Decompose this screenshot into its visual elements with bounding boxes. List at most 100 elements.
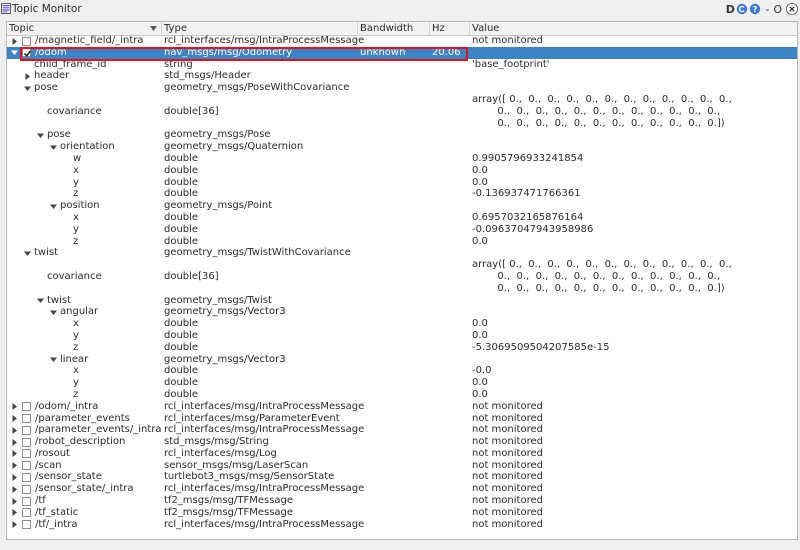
tree-row[interactable]: position geometry_msgs/Point — [7, 200, 797, 212]
tree-row[interactable]: /tf_static tf2_msgs/msg/TFMessage not moni… — [7, 507, 797, 519]
tree-row[interactable]: /parameter_events/_intra rcl_interfaces/m… — [7, 424, 797, 436]
type-cell: rcl_interfaces/msg/IntraProcessMessage — [164, 400, 365, 412]
expand-arrow-right-icon[interactable] — [11, 497, 18, 505]
tree-row[interactable]: /sensor_state/_intra rcl_interfaces/msg/I… — [7, 483, 797, 495]
reload-icon[interactable] — [736, 3, 748, 15]
expand-arrow-right-icon[interactable] — [11, 450, 18, 458]
tree-row[interactable]: y double 0.0 — [7, 377, 797, 389]
tree-row[interactable]: z double -0.136937471766361 — [7, 188, 797, 200]
options-button[interactable]: O — [773, 3, 782, 16]
help-icon[interactable]: ? — [749, 3, 761, 15]
tree-row[interactable]: y double 0.0 — [7, 177, 797, 189]
tree-row[interactable]: pose geometry_msgs/PoseWithCovariance — [7, 82, 797, 94]
monitor-checkbox[interactable] — [22, 425, 31, 435]
expand-arrow-right-icon[interactable] — [24, 72, 31, 80]
expand-arrow-down-icon[interactable] — [24, 250, 31, 257]
expand-arrow-right-icon[interactable] — [11, 485, 18, 493]
topic-tree-view[interactable]: Topic Type Bandwidth Hz Value /magnetic_… — [6, 21, 798, 540]
tree-row[interactable]: header std_msgs/Header — [7, 70, 797, 82]
expand-arrow-right-icon[interactable] — [11, 521, 18, 529]
header-bandwidth[interactable]: Bandwidth — [358, 22, 430, 35]
tree-row[interactable]: y double 0.0 — [7, 330, 797, 342]
expand-arrow-right-icon[interactable] — [11, 473, 18, 481]
expand-arrow-down-icon[interactable] — [50, 356, 57, 363]
header-hz[interactable]: Hz — [430, 22, 470, 35]
monitor-checkbox[interactable] — [22, 484, 31, 494]
topic-name: z — [73, 341, 79, 353]
topic-name: twist — [34, 247, 59, 259]
tree-row[interactable]: /magnetic_field/_intra rcl_interfaces/msg… — [7, 35, 797, 47]
expand-arrow-right-icon[interactable] — [11, 426, 18, 434]
close-icon[interactable] — [786, 3, 798, 15]
expand-arrow-right-icon[interactable] — [11, 403, 18, 411]
tree-row[interactable]: /odom nav_msgs/msg/Odometry unknown 20.06 — [7, 46, 797, 59]
tree-row[interactable]: w double 0.9905796933241854 — [7, 153, 797, 165]
expand-arrow-down-icon[interactable] — [37, 132, 44, 139]
checkmark-icon — [23, 50, 32, 58]
type-cell: double — [164, 341, 199, 353]
type-cell: rcl_interfaces/msg/Log — [164, 447, 277, 459]
monitor-checkbox[interactable] — [22, 414, 31, 423]
minimize-button[interactable]: - — [765, 3, 769, 16]
monitor-checkbox[interactable] — [22, 508, 31, 518]
tree-row[interactable]: x double -0.0 — [7, 365, 797, 377]
tree-row[interactable]: /robot_description std_msgs/msg/String not… — [7, 436, 797, 448]
tree-row[interactable]: pose geometry_msgs/Pose — [7, 129, 797, 141]
dock-button[interactable]: D — [725, 3, 735, 16]
header-value[interactable]: Value — [470, 22, 797, 35]
expand-arrow-down-icon[interactable] — [11, 49, 18, 56]
tree-row[interactable]: z double -5.3069509504207585e-15 — [7, 342, 797, 354]
expand-arrow-right-icon[interactable] — [11, 415, 18, 422]
expand-arrow-right-icon[interactable] — [11, 37, 18, 45]
type-cell: rcl_interfaces/msg/ParameterEvent — [164, 412, 340, 424]
monitor-checkbox[interactable] — [22, 449, 31, 459]
expand-arrow-down-icon[interactable] — [37, 297, 44, 304]
expand-arrow-right-icon[interactable] — [11, 509, 18, 517]
topic-name: /tf/_intra — [35, 518, 78, 530]
tree-row[interactable]: x double 0.0 — [7, 318, 797, 330]
monitor-checkbox[interactable] — [22, 496, 31, 506]
monitor-checkbox[interactable] — [22, 36, 31, 46]
monitor-checkbox[interactable] — [22, 437, 31, 447]
monitor-checkbox[interactable] — [22, 48, 32, 58]
monitor-checkbox[interactable] — [22, 402, 31, 412]
monitor-checkbox[interactable] — [22, 472, 31, 482]
tree-row[interactable]: covariance double[36] array([ 0., 0., 0., … — [7, 259, 797, 294]
tree-row[interactable]: covariance double[36] array([ 0., 0., 0., … — [7, 94, 797, 129]
topic-name: y — [73, 223, 79, 235]
tree-row[interactable]: z double 0.0 — [7, 389, 797, 401]
expand-arrow-down-icon[interactable] — [50, 309, 57, 316]
tree-row[interactable]: x double 0.0 — [7, 165, 797, 177]
expand-arrow-right-icon[interactable] — [11, 438, 18, 446]
tree-row[interactable]: /odom/_intra rcl_interfaces/msg/IntraProc… — [7, 401, 797, 413]
monitor-checkbox[interactable] — [22, 520, 31, 530]
tree-row[interactable]: z double 0.0 — [7, 236, 797, 248]
expand-arrow-down-icon[interactable] — [24, 85, 31, 92]
tree-row[interactable]: /sensor_state turtlebot3_msgs/msg/SensorS… — [7, 471, 797, 483]
expand-arrow-down-icon[interactable] — [50, 203, 57, 210]
tree-row[interactable]: x double 0.6957032165876164 — [7, 212, 797, 224]
tree-row[interactable]: y double -0.09637047943958986 — [7, 224, 797, 236]
tree-row[interactable]: angular geometry_msgs/Vector3 — [7, 306, 797, 318]
tree-row[interactable]: linear geometry_msgs/Vector3 — [7, 354, 797, 366]
tree-row[interactable]: /tf/_intra rcl_interfaces/msg/IntraProces… — [7, 519, 797, 531]
expand-arrow-down-icon[interactable] — [50, 144, 57, 151]
header-type[interactable]: Type — [162, 22, 358, 35]
expand-arrow-right-icon[interactable] — [11, 462, 18, 470]
topic-name: /parameter_events — [35, 412, 130, 424]
tree-row[interactable]: /rosout rcl_interfaces/msg/Log not monitor… — [7, 448, 797, 460]
type-cell: rcl_interfaces/msg/IntraProcessMessage — [164, 424, 365, 436]
header-topic[interactable]: Topic — [7, 22, 162, 35]
topic-name: pose — [34, 82, 58, 94]
tree-row[interactable]: twist geometry_msgs/Twist — [7, 295, 797, 307]
tree-row[interactable]: child_frame_id string 'base_footprint' — [7, 59, 797, 71]
tree-row[interactable]: /tf tf2_msgs/msg/TFMessage not monitored — [7, 495, 797, 507]
tree-row[interactable]: twist geometry_msgs/TwistWithCovariance — [7, 247, 797, 259]
tree-row[interactable]: /scan sensor_msgs/msg/LaserScan not monito… — [7, 460, 797, 472]
monitor-checkbox[interactable] — [22, 461, 31, 471]
tree-row[interactable]: orientation geometry_msgs/Quaternion — [7, 141, 797, 153]
value-cell: not monitored — [472, 518, 543, 530]
tree-row[interactable]: /parameter_events rcl_interfaces/msg/Para… — [7, 413, 797, 425]
topic-name: z — [73, 188, 79, 200]
type-cell: geometry_msgs/Twist — [164, 294, 272, 306]
